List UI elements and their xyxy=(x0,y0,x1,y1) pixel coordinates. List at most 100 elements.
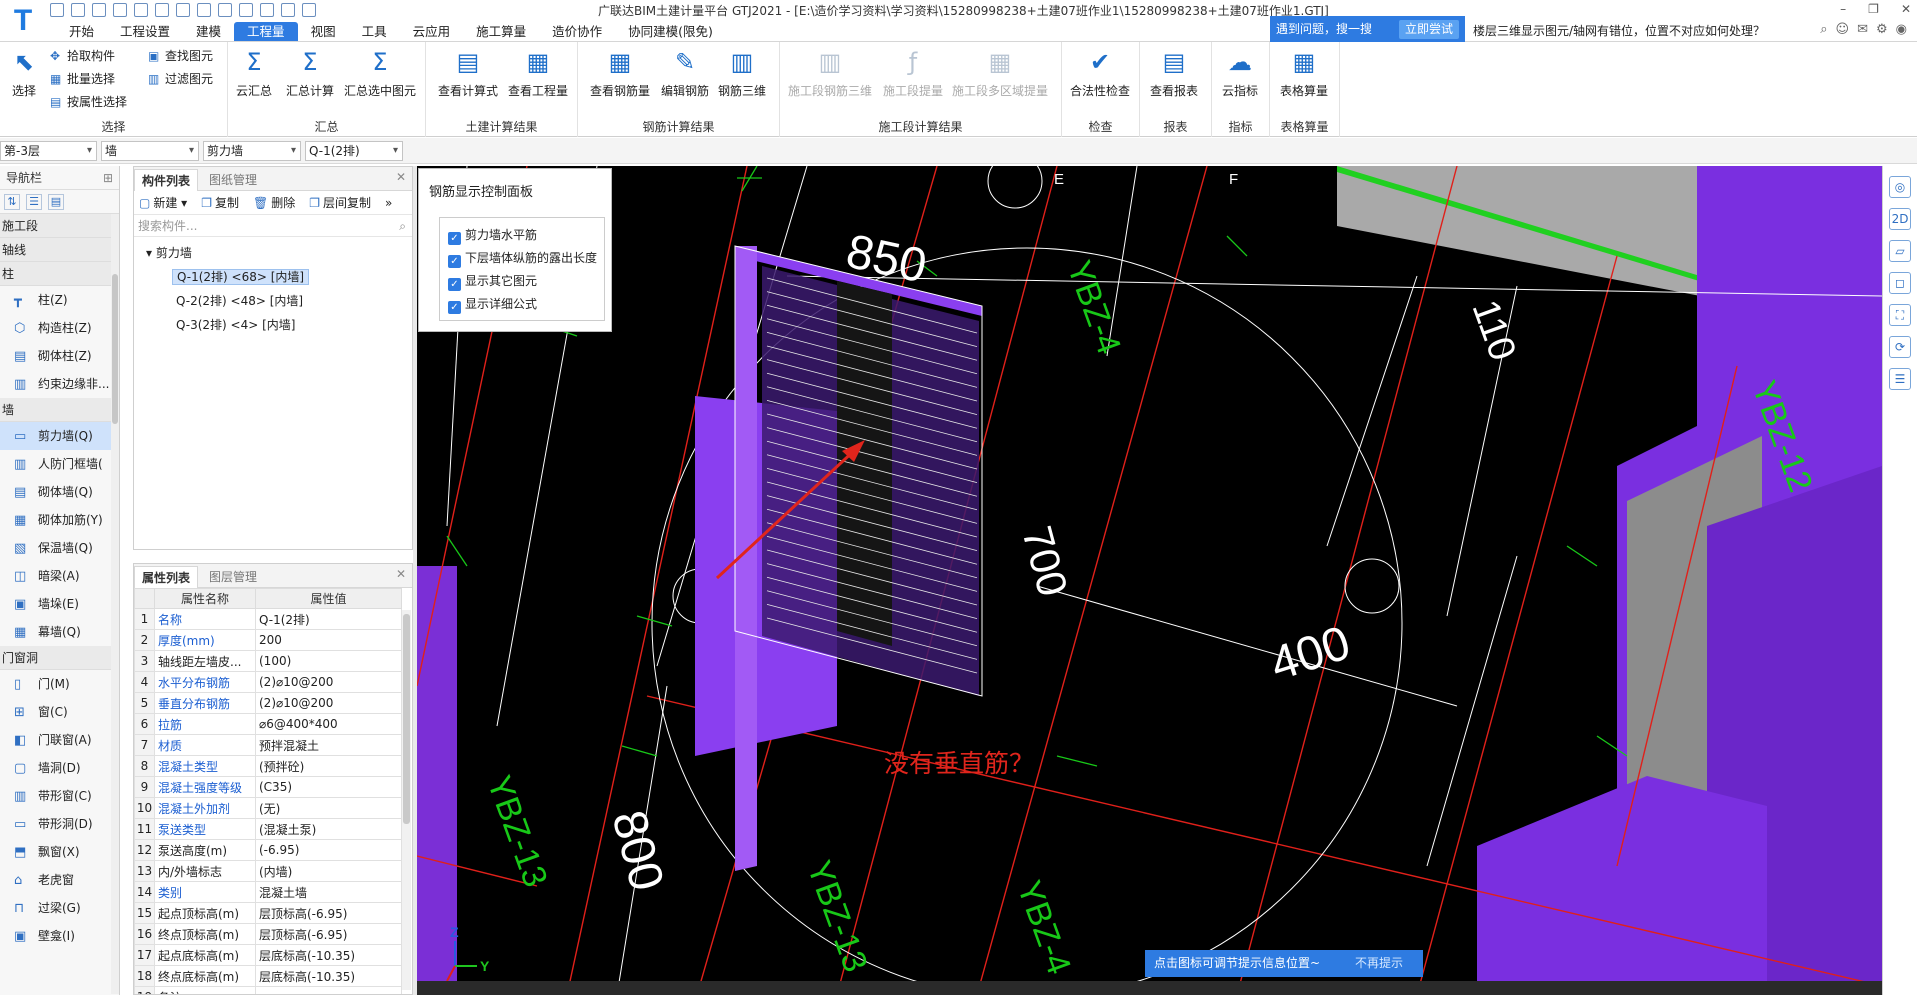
property-row[interactable]: 6 拉筋 ⌀6@400*400 xyxy=(134,713,402,735)
stage-multi-area-button[interactable]: ▦ 施工段多区域提量 xyxy=(952,46,1048,99)
property-row[interactable]: 3 轴线距左墙皮... (100) xyxy=(134,650,402,672)
tab-property-list[interactable]: 属性列表 xyxy=(134,566,199,588)
orbit-icon[interactable]: ◎ xyxy=(1889,176,1911,198)
property-value[interactable]: 混凝土墙 xyxy=(255,881,402,903)
property-row[interactable]: 14 类别 混凝土墙 xyxy=(134,881,402,903)
copy-icon[interactable] xyxy=(281,3,295,17)
nav-item-door-window[interactable]: ◧ 门联窗(A) xyxy=(0,726,119,754)
property-row[interactable]: 9 混凝土强度等级 (C35) xyxy=(134,776,402,798)
nav-item-niche[interactable]: ▣ 壁龛(I) xyxy=(0,922,119,950)
pin-icon[interactable]: ⊞ xyxy=(103,166,113,190)
select-by-attribute-button[interactable]: ▤ 按属性选择 xyxy=(50,93,127,110)
property-value[interactable]: Q-1(2排) xyxy=(255,608,402,630)
nav-category[interactable]: 墙 xyxy=(0,398,119,422)
property-row[interactable]: 17 起点底标高(m) 层底标高(-10.35) xyxy=(134,944,402,966)
property-value[interactable]: (100) xyxy=(255,650,402,672)
property-row[interactable]: 12 泵送高度(m) (-6.95) xyxy=(134,839,402,861)
property-value[interactable]: (C35) xyxy=(255,776,402,798)
property-value[interactable] xyxy=(255,986,402,994)
stage-quantity-button[interactable]: ƒ 施工段提量 xyxy=(883,46,943,99)
property-row[interactable]: 8 混凝土类型 (预拌砼) xyxy=(134,755,402,777)
cloud-index-button[interactable]: ☁ 云指标 xyxy=(1222,46,1258,99)
close-icon[interactable]: ✕ xyxy=(1901,2,1911,16)
nav-item-civil-defense-wall[interactable]: ▥ 人防门框墙( xyxy=(0,450,119,478)
menu-item-active[interactable]: 工程量 xyxy=(234,22,298,41)
nav-item-bay-window[interactable]: ⬒ 飘窗(X) xyxy=(0,838,119,866)
option-horizontal-rebar[interactable]: ✓ 剪力墙水平筋 xyxy=(448,226,537,245)
restore-icon[interactable]: ❐ xyxy=(1868,2,1879,16)
menu-item[interactable]: 工程设置 xyxy=(107,22,183,41)
stage-rebar-3d-button[interactable]: ▥ 施工段钢筋三维 xyxy=(788,46,872,99)
property-value[interactable]: (预拌砼) xyxy=(255,755,402,777)
edit-rebar-button[interactable]: ✎ 编辑钢筋 xyxy=(661,46,709,99)
option-show-other[interactable]: ✓ 显示其它图元 xyxy=(448,272,537,291)
property-value[interactable]: 层底标高(-10.35) xyxy=(255,944,402,966)
property-value[interactable]: (-6.95) xyxy=(255,839,402,861)
nav-category[interactable]: 轴线 xyxy=(0,238,119,262)
property-value[interactable]: 层底标高(-10.35) xyxy=(255,965,402,987)
find-element-button[interactable]: ▣ 查找图元 xyxy=(148,47,213,64)
help-question-link[interactable]: 楼层三维显示图元/轴网有错位，位置不对应如何处理？ xyxy=(1473,22,1765,39)
new-button[interactable]: ▢ 新建 ▾ xyxy=(139,191,187,214)
fit-view-icon[interactable]: ⛶ xyxy=(1889,304,1911,326)
calc-icon[interactable] xyxy=(239,3,253,17)
close-icon[interactable]: ✕ xyxy=(396,170,406,184)
tree-item[interactable]: Q-3(2排) <4> [内墙] xyxy=(134,313,412,337)
filter-element-button[interactable]: ▥ 过滤图元 xyxy=(148,70,213,87)
view-formula-button[interactable]: ▤ 查看计算式 xyxy=(438,46,498,99)
menu-item[interactable]: 建模 xyxy=(183,22,234,41)
table-icon[interactable] xyxy=(113,3,127,17)
view-report-button[interactable]: ▤ 查看报表 xyxy=(1150,46,1198,99)
nav-item-column[interactable]: ┳ 柱(Z) xyxy=(0,286,119,314)
save-icon[interactable] xyxy=(71,3,85,17)
user-icon[interactable]: ◉ xyxy=(1896,22,1907,37)
detail-view-icon[interactable]: ▤ xyxy=(48,193,64,210)
chat-icon[interactable]: ✉ xyxy=(1857,22,1868,37)
nav-item-curtain-wall[interactable]: ▦ 幕墙(Q) xyxy=(0,618,119,646)
nav-item-wall-hole[interactable]: ▢ 墙洞(D) xyxy=(0,754,119,782)
layout-icon[interactable] xyxy=(134,3,148,17)
tree-root[interactable]: ▾ 剪力墙 xyxy=(134,241,412,265)
batch-select-button[interactable]: ▦ 批量选择 xyxy=(50,70,115,87)
property-value[interactable]: (2)⌀10@200 xyxy=(255,671,402,693)
menu-item[interactable]: 视图 xyxy=(298,22,349,41)
property-row[interactable]: 10 混凝土外加剂 (无) xyxy=(134,797,402,819)
subtype-select[interactable]: 剪力墙 xyxy=(203,141,301,161)
property-row[interactable]: 4 水平分布钢筋 (2)⌀10@200 xyxy=(134,671,402,693)
menu-item[interactable]: 造价协作 xyxy=(539,22,615,41)
nav-scrollbar[interactable] xyxy=(111,214,119,994)
menu-item[interactable]: 开始 xyxy=(56,22,107,41)
settings-panel-icon[interactable]: ☰ xyxy=(1889,368,1911,390)
cloud-summary-button[interactable]: Σ 云汇总 xyxy=(236,46,272,99)
nav-item-edge-column[interactable]: ▥ 约束边缘非... xyxy=(0,370,119,398)
nav-item-masonry-wall[interactable]: ▤ 砌体墙(Q) xyxy=(0,478,119,506)
dismiss-tip-button[interactable]: 不再提示 xyxy=(1355,950,1403,977)
menu-item[interactable]: 云应用 xyxy=(400,22,464,41)
nav-item-wall-pier[interactable]: ▣ 墙垛(E) xyxy=(0,590,119,618)
nav-item-insulation-wall[interactable]: ▧ 保温墙(Q) xyxy=(0,534,119,562)
nav-category[interactable]: 柱 xyxy=(0,262,119,286)
try-now-button[interactable]: 立即尝试 xyxy=(1398,20,1459,39)
property-value[interactable]: ⌀6@400*400 xyxy=(255,713,402,735)
select-button[interactable]: ⬉ 选择 xyxy=(8,46,40,99)
project-icon[interactable] xyxy=(260,3,274,17)
close-icon[interactable]: ✕ xyxy=(396,567,406,581)
component-select[interactable]: Q-1(2排) xyxy=(305,141,403,161)
validity-check-button[interactable]: ✔ 合法性检查 xyxy=(1070,46,1130,99)
option-show-formula[interactable]: ✓ 显示详细公式 xyxy=(448,295,537,314)
property-value[interactable]: (内墙) xyxy=(255,860,402,882)
nav-item-door[interactable]: ▯ 门(M) xyxy=(0,670,119,698)
summary-calc-button[interactable]: Σ 汇总计算 xyxy=(286,46,334,99)
list-view-icon[interactable]: ☰ xyxy=(26,193,42,210)
help-search-box[interactable]: 遇到问题，搜一搜 立即尝试 xyxy=(1270,16,1465,43)
component-search-input[interactable]: 搜索构件... ⌕ xyxy=(134,215,412,237)
nav-category[interactable]: 门窗洞 xyxy=(0,646,119,670)
property-row[interactable]: 18 终点底标高(m) 层底标高(-10.35) xyxy=(134,965,402,987)
property-value[interactable]: (混凝土泵) xyxy=(255,818,402,840)
nav-item-dormer[interactable]: ⌂ 老虎窗 xyxy=(0,866,119,894)
more-icon[interactable]: » xyxy=(385,191,392,214)
nav-item-window[interactable]: ⊞ 窗(C) xyxy=(0,698,119,726)
property-value[interactable]: 层顶标高(-6.95) xyxy=(255,902,402,924)
property-row[interactable]: 11 泵送类型 (混凝土泵) xyxy=(134,818,402,840)
property-value[interactable]: 层顶标高(-6.95) xyxy=(255,923,402,945)
